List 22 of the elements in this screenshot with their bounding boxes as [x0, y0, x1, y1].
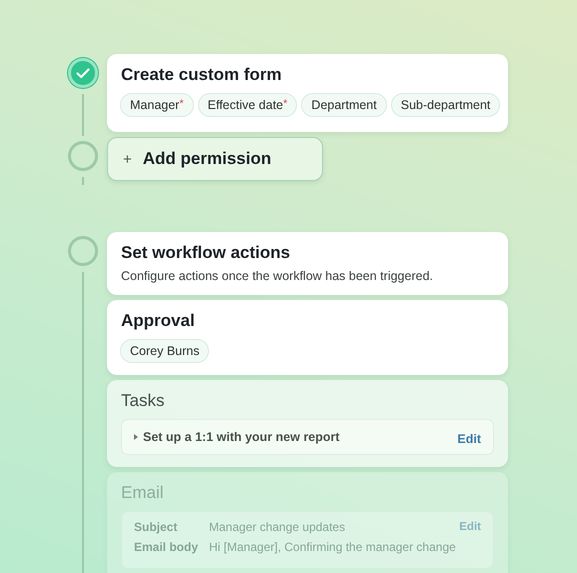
- edit-link[interactable]: Edit: [457, 432, 481, 446]
- approver-chip[interactable]: Corey Burns: [120, 339, 210, 363]
- required-mark: *: [283, 98, 288, 110]
- field-chip[interactable]: Manager*: [120, 93, 194, 117]
- add-permission-button[interactable]: + Add permission: [107, 137, 323, 181]
- caret-icon: [134, 434, 138, 440]
- field-chip[interactable]: Effective date*: [198, 93, 298, 117]
- checkmark-icon: [76, 68, 90, 78]
- field-value: Hi [Manager], Confirming the manager change: [209, 540, 457, 554]
- field-chip[interactable]: Department: [301, 93, 387, 117]
- field-label: Subject: [134, 520, 178, 534]
- task-label[interactable]: Set up a 1:1 with your new report: [134, 430, 340, 444]
- card-title: Email: [121, 483, 165, 503]
- card-title: Set workflow actions: [121, 243, 292, 263]
- field-value: Manager change updates: [209, 520, 346, 534]
- card-description: Configure actions once the workflow has been triggered.: [121, 269, 434, 283]
- card-title: Tasks: [121, 391, 166, 411]
- card-title: Approval: [121, 311, 196, 331]
- field-label: Email body: [134, 540, 200, 554]
- field-chip[interactable]: Sub-department: [390, 93, 500, 117]
- required-mark: *: [179, 98, 184, 110]
- card-title: Create custom form: [121, 65, 283, 85]
